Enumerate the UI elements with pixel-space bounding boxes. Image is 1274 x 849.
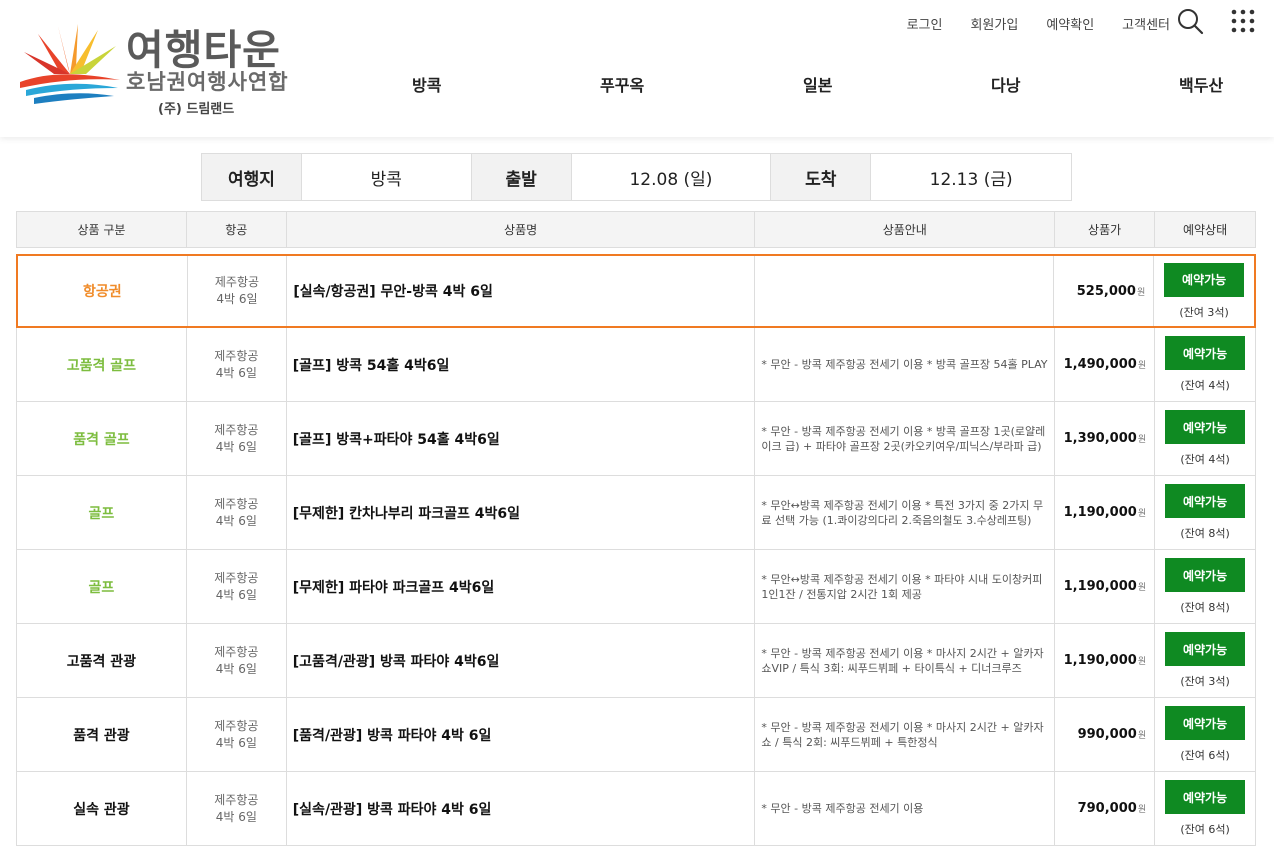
airline-info: 제주항공 4박 6일 <box>214 718 259 750</box>
product-category: 골프 <box>88 505 115 522</box>
product-description: * 무안 - 방콕 제주항공 전세기 이용 * 마사지 2시간 + 알카자쇼 /… <box>761 720 1044 749</box>
product-description: * 무안↔방콕 제주항공 전세기 이용 * 파타야 시내 도이창커피 1인1잔 … <box>761 572 1043 601</box>
customer-center-link[interactable]: 고객센터 <box>1122 14 1170 33</box>
site-header: 여행타운 호남권여행사연합 (주) 드림랜드 로그인 회원가입 예약확인 고객센… <box>0 0 1274 137</box>
product-price: 1,190,000원 <box>1063 653 1147 668</box>
search-icon[interactable] <box>1175 6 1205 36</box>
table-row[interactable]: 고품격 골프 제주항공 4박 6일 [골프] 방콕 54홀 4박6일 * 무안 -… <box>16 328 1256 402</box>
logo-company: (주) 드림랜드 <box>158 102 235 117</box>
table-header: 상품 구분 항공 상품명 상품안내 상품가 예약상태 <box>16 211 1256 248</box>
airline-info: 제주항공 4박 6일 <box>214 348 259 380</box>
grid-menu-icon[interactable] <box>1230 8 1256 34</box>
product-category: 항공권 <box>82 284 122 300</box>
product-price: 1,190,000원 <box>1063 505 1147 520</box>
book-available-button[interactable]: 예약가능 <box>1164 262 1245 297</box>
airline-info: 제주항공 4박 6일 <box>214 792 259 824</box>
seats-remaining: (잔여 6석) <box>1180 823 1230 836</box>
product-description: * 무안 - 방콕 제주항공 전세기 이용 * 방콕 골프장 54홀 PLAY <box>761 358 1048 371</box>
header-category: 상품 구분 <box>17 212 187 247</box>
header-product-info: 상품안내 <box>755 212 1056 247</box>
main-nav: 방콕 푸꾸옥 일본 다낭 백두산 <box>0 72 1274 96</box>
table-row[interactable]: 골프 제주항공 4박 6일 [무제한] 파타야 파크골프 4박6일 * 무안↔방콕… <box>16 550 1256 624</box>
product-description: * 무안 - 방콕 제주항공 전세기 이용 <box>761 802 924 815</box>
header-price: 상품가 <box>1055 212 1156 247</box>
product-name-link[interactable]: [골프] 방콕+파타야 54홀 4박6일 <box>293 429 500 449</box>
trip-summary: 여행지 방콕 출발 12.08 (일) 도착 12.13 (금) <box>201 153 1072 201</box>
product-description: * 무안↔방콕 제주항공 전세기 이용 * 특전 3가지 중 2가지 무료 선택… <box>761 498 1044 527</box>
product-name-link[interactable]: [고품격/관광] 방콕 파타야 4박6일 <box>293 651 500 671</box>
book-available-button[interactable]: 예약가능 <box>1165 632 1246 666</box>
arrival-label: 도착 <box>771 154 872 200</box>
product-name-link[interactable]: [무제한] 칸차나부리 파크골프 4박6일 <box>293 503 520 523</box>
product-price: 1,190,000원 <box>1063 579 1147 594</box>
product-price: 525,000원 <box>1076 283 1146 299</box>
seats-remaining: (잔여 3석) <box>1180 675 1230 688</box>
product-category: 고품격 골프 <box>66 357 137 374</box>
seats-remaining: (잔여 3석) <box>1179 305 1229 319</box>
product-category: 골프 <box>88 579 115 596</box>
product-table: 상품 구분 항공 상품명 상품안내 상품가 예약상태 항공권 제주항공 4박 6일… <box>16 211 1256 846</box>
departure-value: 12.08 (일) <box>572 154 772 200</box>
book-available-button[interactable]: 예약가능 <box>1165 484 1246 518</box>
book-available-button[interactable]: 예약가능 <box>1165 558 1246 592</box>
product-price: 1,390,000원 <box>1063 431 1147 446</box>
header-status: 예약상태 <box>1182 223 1228 237</box>
table-row[interactable]: 품격 관광 제주항공 4박 6일 [품격/관광] 방콕 파타야 4박 6일 * 무… <box>16 698 1256 772</box>
departure-label: 출발 <box>471 154 572 200</box>
product-price: 1,490,000원 <box>1063 357 1147 372</box>
destination-value: 방콕 <box>302 154 472 200</box>
header-airline: 항공 <box>187 212 287 247</box>
product-price: 990,000원 <box>1077 727 1147 742</box>
product-description: * 무안 - 방콕 제주항공 전세기 이용 * 방콕 골프장 1곳(로얄레이크 … <box>761 424 1046 453</box>
product-description: * 무안 - 방콕 제주항공 전세기 이용 * 마사지 2시간 + 알카자쇼VI… <box>761 646 1044 675</box>
book-available-button[interactable]: 예약가능 <box>1165 780 1246 814</box>
product-category: 품격 골프 <box>73 431 130 448</box>
nav-item-danang[interactable]: 다낭 <box>991 72 1020 96</box>
airline-info: 제주항공 4박 6일 <box>214 570 259 602</box>
nav-item-japan[interactable]: 일본 <box>803 72 832 96</box>
product-name-link[interactable]: [품격/관광] 방콕 파타야 4박 6일 <box>293 725 492 745</box>
product-name-link[interactable]: [무제한] 파타야 파크골프 4박6일 <box>293 577 494 597</box>
site-logo[interactable]: 여행타운 호남권여행사연합 (주) 드림랜드 <box>18 16 318 120</box>
book-available-button[interactable]: 예약가능 <box>1165 336 1246 370</box>
nav-item-phu-quoc[interactable]: 푸꾸옥 <box>600 72 644 96</box>
product-name-link[interactable]: [골프] 방콕 54홀 4박6일 <box>293 355 450 375</box>
airline-info: 제주항공 4박 6일 <box>214 275 260 306</box>
product-name-link[interactable]: [실속/항공권] 무안-방콕 4박 6일 <box>293 281 493 301</box>
product-category: 품격 관광 <box>73 727 130 744</box>
seats-remaining: (잔여 8석) <box>1180 601 1230 614</box>
nav-item-baekdusan[interactable]: 백두산 <box>1179 72 1223 96</box>
product-price: 790,000원 <box>1077 801 1147 816</box>
seats-remaining: (잔여 4석) <box>1180 379 1230 392</box>
airline-info: 제주항공 4박 6일 <box>214 496 259 528</box>
signup-link[interactable]: 회원가입 <box>970 14 1018 33</box>
table-row[interactable]: 항공권 제주항공 4박 6일 [실속/항공권] 무안-방콕 4박 6일 525,0… <box>16 254 1256 328</box>
product-category: 고품격 관광 <box>66 653 137 670</box>
header-product-name: 상품명 <box>287 212 756 247</box>
reservation-check-link[interactable]: 예약확인 <box>1046 14 1094 33</box>
seats-remaining: (잔여 6석) <box>1180 749 1230 762</box>
book-available-button[interactable]: 예약가능 <box>1165 706 1246 740</box>
product-name-link[interactable]: [실속/관광] 방콕 파타야 4박 6일 <box>293 799 492 819</box>
product-category: 실속 관광 <box>73 801 130 818</box>
destination-label: 여행지 <box>202 154 302 200</box>
nav-item-bangkok[interactable]: 방콕 <box>412 72 441 96</box>
seats-remaining: (잔여 8석) <box>1180 527 1230 540</box>
login-link[interactable]: 로그인 <box>907 14 943 33</box>
table-body: 항공권 제주항공 4박 6일 [실속/항공권] 무안-방콕 4박 6일 525,0… <box>16 254 1256 846</box>
book-available-button[interactable]: 예약가능 <box>1165 410 1246 444</box>
table-row[interactable]: 고품격 관광 제주항공 4박 6일 [고품격/관광] 방콕 파타야 4박6일 * … <box>16 624 1256 698</box>
table-row[interactable]: 골프 제주항공 4박 6일 [무제한] 칸차나부리 파크골프 4박6일 * 무안↔… <box>16 476 1256 550</box>
airline-info: 제주항공 4박 6일 <box>214 644 259 676</box>
table-row[interactable]: 실속 관광 제주항공 4박 6일 [실속/관광] 방콕 파타야 4박 6일 * 무… <box>16 772 1256 846</box>
utility-menu: 로그인 회원가입 예약확인 고객센터 <box>907 14 1170 33</box>
arrival-value: 12.13 (금) <box>929 169 1013 190</box>
table-row[interactable]: 품격 골프 제주항공 4박 6일 [골프] 방콕+파타야 54홀 4박6일 * 무… <box>16 402 1256 476</box>
airline-info: 제주항공 4박 6일 <box>214 422 259 454</box>
seats-remaining: (잔여 4석) <box>1180 453 1230 466</box>
